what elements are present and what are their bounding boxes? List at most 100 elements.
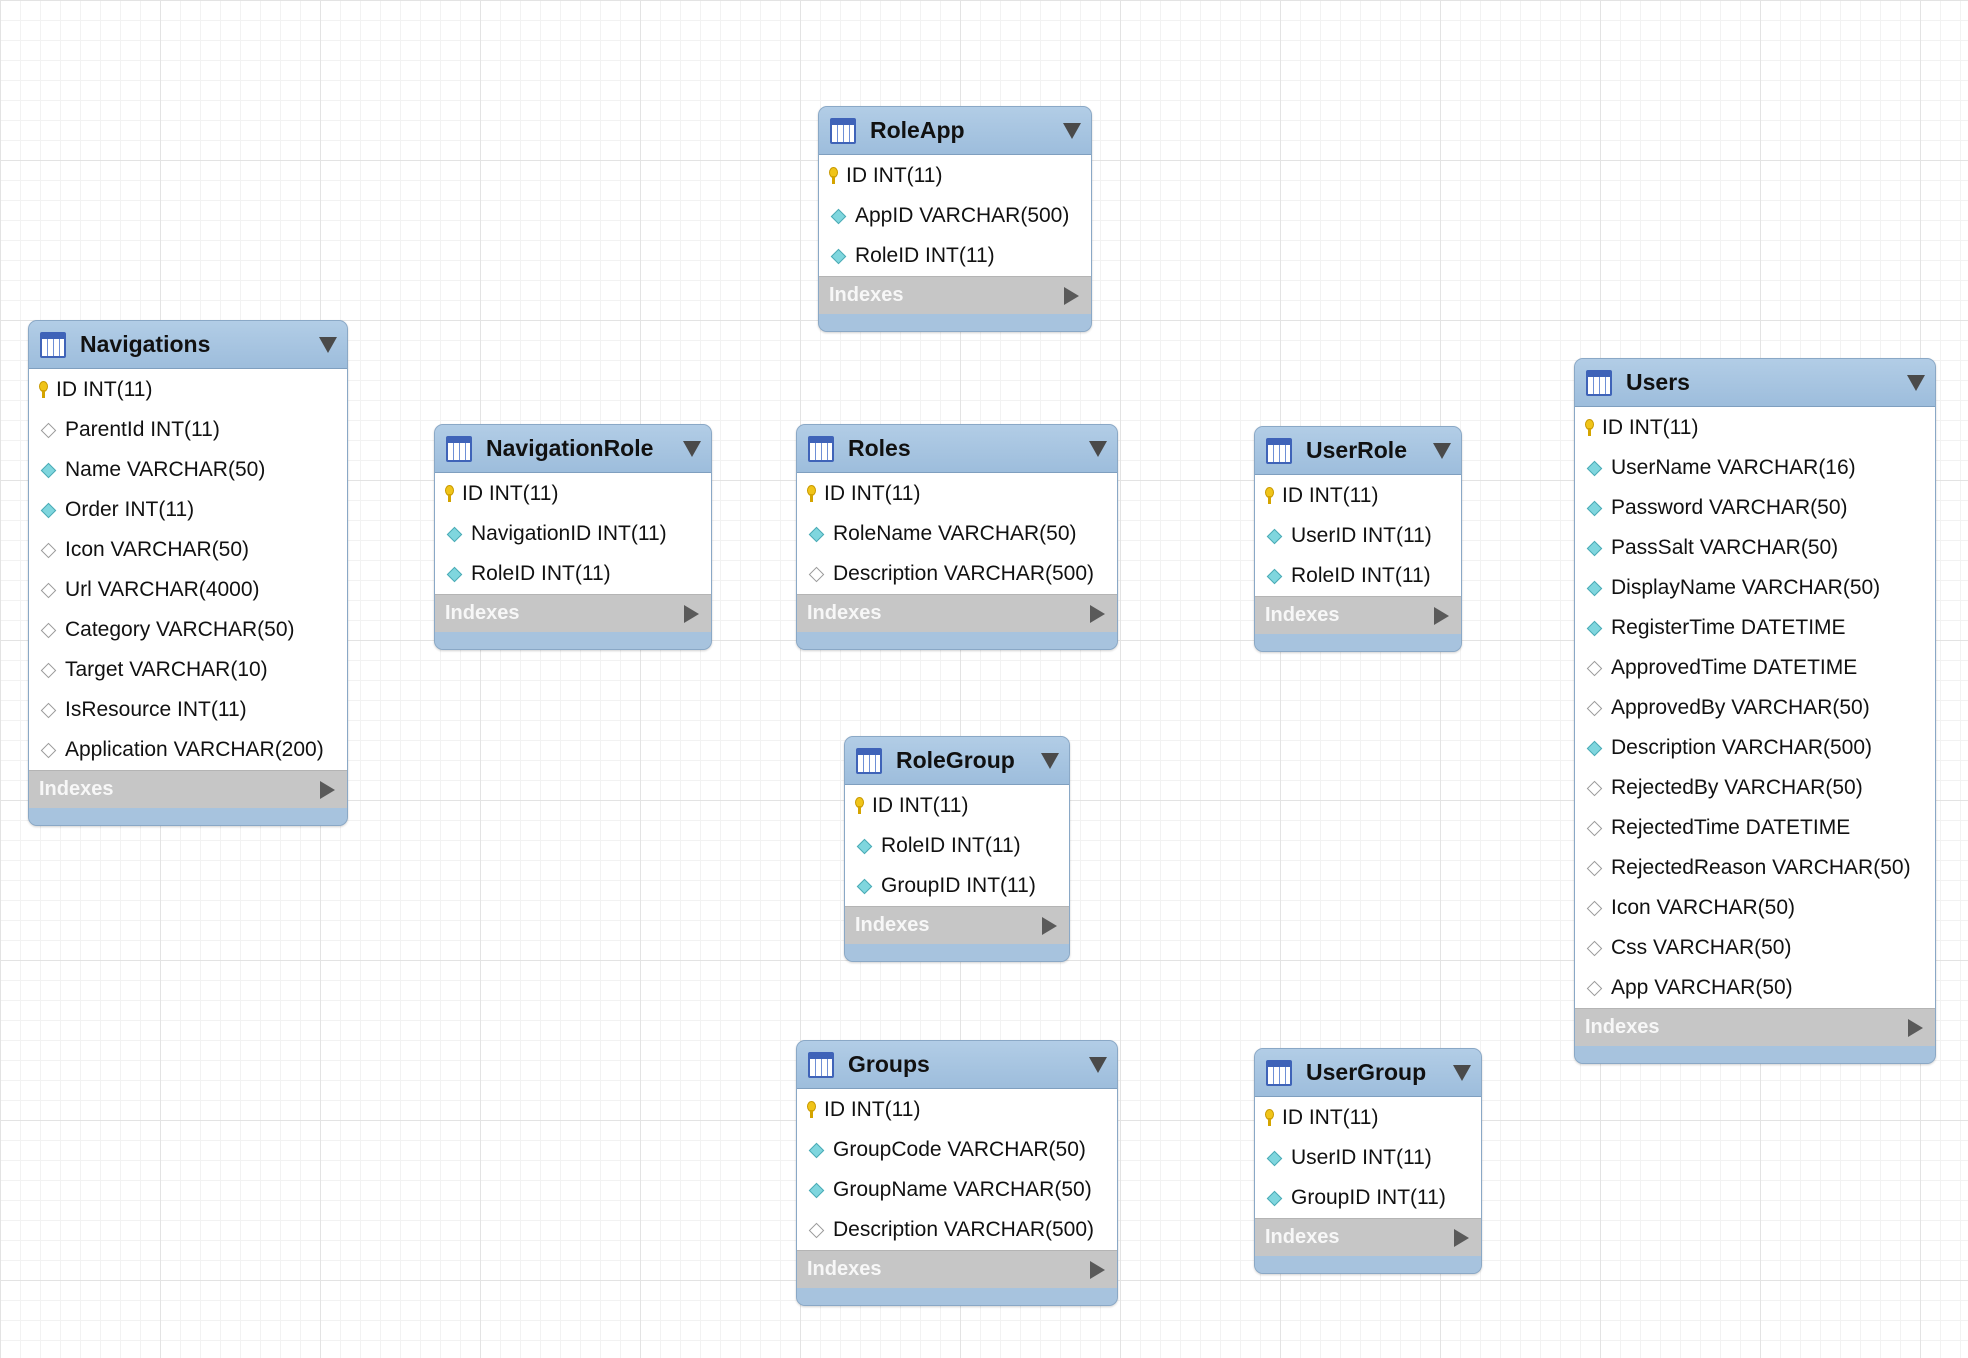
table-roles[interactable]: Roles ID INT(11) RoleName VARCHAR(50) Descr… xyxy=(796,424,1118,650)
table-header[interactable]: Roles xyxy=(797,425,1117,473)
column-row[interactable]: UserName VARCHAR(16) xyxy=(1575,448,1935,488)
collapse-arrow-icon[interactable] xyxy=(1089,1056,1107,1073)
expand-arrow-icon[interactable] xyxy=(1090,1260,1105,1279)
table-users[interactable]: Users ID INT(11) UserName VARCHAR(16) Passw… xyxy=(1574,358,1936,1064)
column-row[interactable]: Order INT(11) xyxy=(29,490,347,530)
column-row[interactable]: ID INT(11) xyxy=(797,474,1117,514)
indexes-section[interactable]: Indexes xyxy=(1575,1008,1935,1046)
indexes-section[interactable]: Indexes xyxy=(1255,596,1461,634)
table-groups[interactable]: Groups ID INT(11) GroupCode VARCHAR(50) Gro… xyxy=(796,1040,1118,1306)
column-row[interactable]: UserID INT(11) xyxy=(1255,1138,1481,1178)
column-row[interactable]: RejectedReason VARCHAR(50) xyxy=(1575,848,1935,888)
column-row[interactable]: AppID VARCHAR(500) xyxy=(819,196,1091,236)
column-row[interactable]: Icon VARCHAR(50) xyxy=(1575,888,1935,928)
column-row[interactable]: ID INT(11) xyxy=(435,474,711,514)
collapse-arrow-icon[interactable] xyxy=(1907,374,1925,391)
column-row[interactable]: Url VARCHAR(4000) xyxy=(29,570,347,610)
column-row[interactable]: RoleID INT(11) xyxy=(1255,556,1461,596)
column-row[interactable]: Password VARCHAR(50) xyxy=(1575,488,1935,528)
nullable-column-icon xyxy=(40,422,57,438)
expand-arrow-icon[interactable] xyxy=(1090,604,1105,623)
table-header[interactable]: UserRole xyxy=(1255,427,1461,475)
column-row[interactable]: GroupID INT(11) xyxy=(845,866,1069,906)
column-row[interactable]: RejectedTime DATETIME xyxy=(1575,808,1935,848)
collapse-arrow-icon[interactable] xyxy=(319,336,337,353)
column-row[interactable]: GroupID INT(11) xyxy=(1255,1178,1481,1218)
table-name: UserGroup xyxy=(1306,1059,1427,1085)
column-row[interactable]: NavigationID INT(11) xyxy=(435,514,711,554)
expand-arrow-icon[interactable] xyxy=(320,780,335,799)
primary-key-icon xyxy=(39,381,48,399)
indexes-section[interactable]: Indexes xyxy=(797,594,1117,632)
indexes-section[interactable]: Indexes xyxy=(29,770,347,808)
column-row[interactable]: ID INT(11) xyxy=(29,370,347,410)
column-row[interactable]: UserID INT(11) xyxy=(1255,516,1461,556)
collapse-arrow-icon[interactable] xyxy=(1433,442,1451,459)
column-row[interactable]: Target VARCHAR(10) xyxy=(29,650,347,690)
table-userrole[interactable]: UserRole ID INT(11) UserID INT(11) RoleID I… xyxy=(1254,426,1462,652)
table-rolegroup[interactable]: RoleGroup ID INT(11) RoleID INT(11) GroupID… xyxy=(844,736,1070,962)
column-row[interactable]: GroupCode VARCHAR(50) xyxy=(797,1130,1117,1170)
expand-arrow-icon[interactable] xyxy=(1042,916,1057,935)
column-row[interactable]: Icon VARCHAR(50) xyxy=(29,530,347,570)
table-header[interactable]: Navigations xyxy=(29,321,347,369)
column-label: ID INT(11) xyxy=(872,794,969,817)
column-row[interactable]: App VARCHAR(50) xyxy=(1575,968,1935,1008)
column-row[interactable]: Application VARCHAR(200) xyxy=(29,730,347,770)
table-navigations[interactable]: Navigations ID INT(11) ParentId INT(11) Nam… xyxy=(28,320,348,826)
column-row[interactable]: RoleID INT(11) xyxy=(845,826,1069,866)
column-row[interactable]: ID INT(11) xyxy=(845,786,1069,826)
column-row[interactable]: RejectedBy VARCHAR(50) xyxy=(1575,768,1935,808)
column-row[interactable]: RegisterTime DATETIME xyxy=(1575,608,1935,648)
table-header[interactable]: Groups xyxy=(797,1041,1117,1089)
column-row[interactable]: Description VARCHAR(500) xyxy=(797,554,1117,594)
column-label: ID INT(11) xyxy=(846,164,943,187)
collapse-arrow-icon[interactable] xyxy=(1041,752,1059,769)
column-row[interactable]: ApprovedBy VARCHAR(50) xyxy=(1575,688,1935,728)
column-row[interactable]: RoleName VARCHAR(50) xyxy=(797,514,1117,554)
expand-arrow-icon[interactable] xyxy=(1434,606,1449,625)
column-row[interactable]: GroupName VARCHAR(50) xyxy=(797,1170,1117,1210)
er-diagram-canvas[interactable]: RoleApp ID INT(11) AppID VARCHAR(500) RoleI… xyxy=(0,0,1968,1358)
column-row[interactable]: ID INT(11) xyxy=(1575,408,1935,448)
column-row[interactable]: ID INT(11) xyxy=(1255,1098,1481,1138)
collapse-arrow-icon[interactable] xyxy=(1089,440,1107,457)
table-navigationrole[interactable]: NavigationRole ID INT(11) NavigationID INT… xyxy=(434,424,712,650)
column-row[interactable]: Category VARCHAR(50) xyxy=(29,610,347,650)
column-row[interactable]: ParentId INT(11) xyxy=(29,410,347,450)
column-label: AppID VARCHAR(500) xyxy=(855,204,1070,227)
column-row[interactable]: Css VARCHAR(50) xyxy=(1575,928,1935,968)
table-header[interactable]: NavigationRole xyxy=(435,425,711,473)
table-header[interactable]: UserGroup xyxy=(1255,1049,1481,1097)
table-footer xyxy=(797,1288,1117,1305)
column-row[interactable]: PassSalt VARCHAR(50) xyxy=(1575,528,1935,568)
indexes-section[interactable]: Indexes xyxy=(435,594,711,632)
column-row[interactable]: IsResource INT(11) xyxy=(29,690,347,730)
collapse-arrow-icon[interactable] xyxy=(1063,122,1081,139)
indexes-section[interactable]: Indexes xyxy=(819,276,1091,314)
column-row[interactable]: ApprovedTime DATETIME xyxy=(1575,648,1935,688)
column-row[interactable]: Description VARCHAR(500) xyxy=(1575,728,1935,768)
table-header[interactable]: RoleGroup xyxy=(845,737,1069,785)
table-usergroup[interactable]: UserGroup ID INT(11) UserID INT(11) GroupID… xyxy=(1254,1048,1482,1274)
expand-arrow-icon[interactable] xyxy=(684,604,699,623)
table-header[interactable]: Users xyxy=(1575,359,1935,407)
expand-arrow-icon[interactable] xyxy=(1454,1228,1469,1247)
table-header[interactable]: RoleApp xyxy=(819,107,1091,155)
column-row[interactable]: Name VARCHAR(50) xyxy=(29,450,347,490)
column-row[interactable]: RoleID INT(11) xyxy=(819,236,1091,276)
table-roleapp[interactable]: RoleApp ID INT(11) AppID VARCHAR(500) RoleI… xyxy=(818,106,1092,332)
column-row[interactable]: ID INT(11) xyxy=(1255,476,1461,516)
column-row[interactable]: RoleID INT(11) xyxy=(435,554,711,594)
expand-arrow-icon[interactable] xyxy=(1908,1018,1923,1037)
expand-arrow-icon[interactable] xyxy=(1064,286,1079,305)
column-row[interactable]: DisplayName VARCHAR(50) xyxy=(1575,568,1935,608)
indexes-section[interactable]: Indexes xyxy=(797,1250,1117,1288)
column-row[interactable]: ID INT(11) xyxy=(819,156,1091,196)
indexes-section[interactable]: Indexes xyxy=(845,906,1069,944)
collapse-arrow-icon[interactable] xyxy=(683,440,701,457)
indexes-section[interactable]: Indexes xyxy=(1255,1218,1481,1256)
column-row[interactable]: ID INT(11) xyxy=(797,1090,1117,1130)
column-row[interactable]: Description VARCHAR(500) xyxy=(797,1210,1117,1250)
collapse-arrow-icon[interactable] xyxy=(1453,1064,1471,1081)
